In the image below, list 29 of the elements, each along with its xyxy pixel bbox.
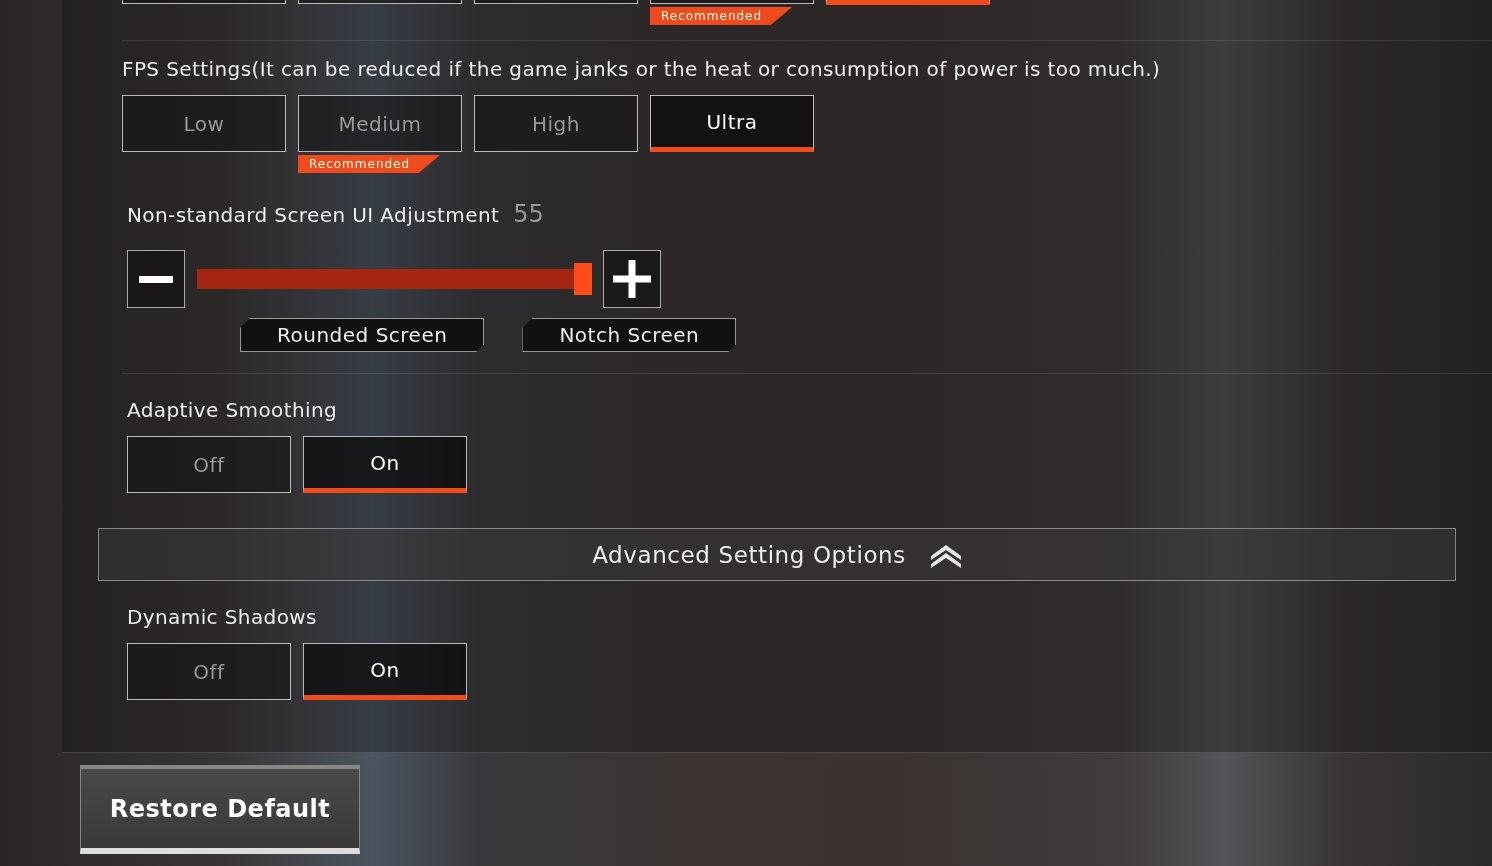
restore-default-button[interactable]: Restore Default <box>80 765 360 854</box>
marker-tag: Rounded Screen <box>240 318 485 352</box>
option-button[interactable]: On <box>303 436 467 493</box>
minus-button[interactable] <box>127 250 185 308</box>
option-button[interactable]: Medium <box>298 95 462 152</box>
setting-value: 55 <box>513 200 544 228</box>
option-button[interactable]: High <box>474 95 638 152</box>
option-button[interactable]: On <box>303 643 467 700</box>
advanced-options-bar[interactable]: Advanced Setting Options <box>98 528 1456 581</box>
option-button[interactable]: Ultra <box>650 95 814 152</box>
setting-label: Dynamic Shadows <box>127 605 318 629</box>
option-button[interactable] <box>650 0 814 4</box>
option-button[interactable]: Low <box>122 95 286 152</box>
setting-label: Non-standard Screen UI Adjustment <box>127 203 500 227</box>
plus-icon <box>613 260 651 298</box>
recommended-tag: Recommended <box>298 155 441 173</box>
recommended-tag: Recommended <box>650 7 793 25</box>
option-button[interactable] <box>298 0 462 4</box>
option-button[interactable]: Off <box>127 436 291 493</box>
option-button[interactable]: Off <box>127 643 291 700</box>
option-button[interactable] <box>122 0 286 4</box>
option-button[interactable] <box>474 0 638 4</box>
plus-button[interactable] <box>603 250 661 308</box>
marker-tag: Notch Screen <box>522 318 737 352</box>
setting-label: Adaptive Smoothing <box>127 398 339 422</box>
setting-label: FPS Settings(It can be reduced if the game janks or the heat or consumption of power is too much.) <box>122 57 1162 81</box>
minus-icon <box>139 275 173 283</box>
slider[interactable] <box>197 263 591 295</box>
slider-thumb[interactable] <box>574 263 593 295</box>
